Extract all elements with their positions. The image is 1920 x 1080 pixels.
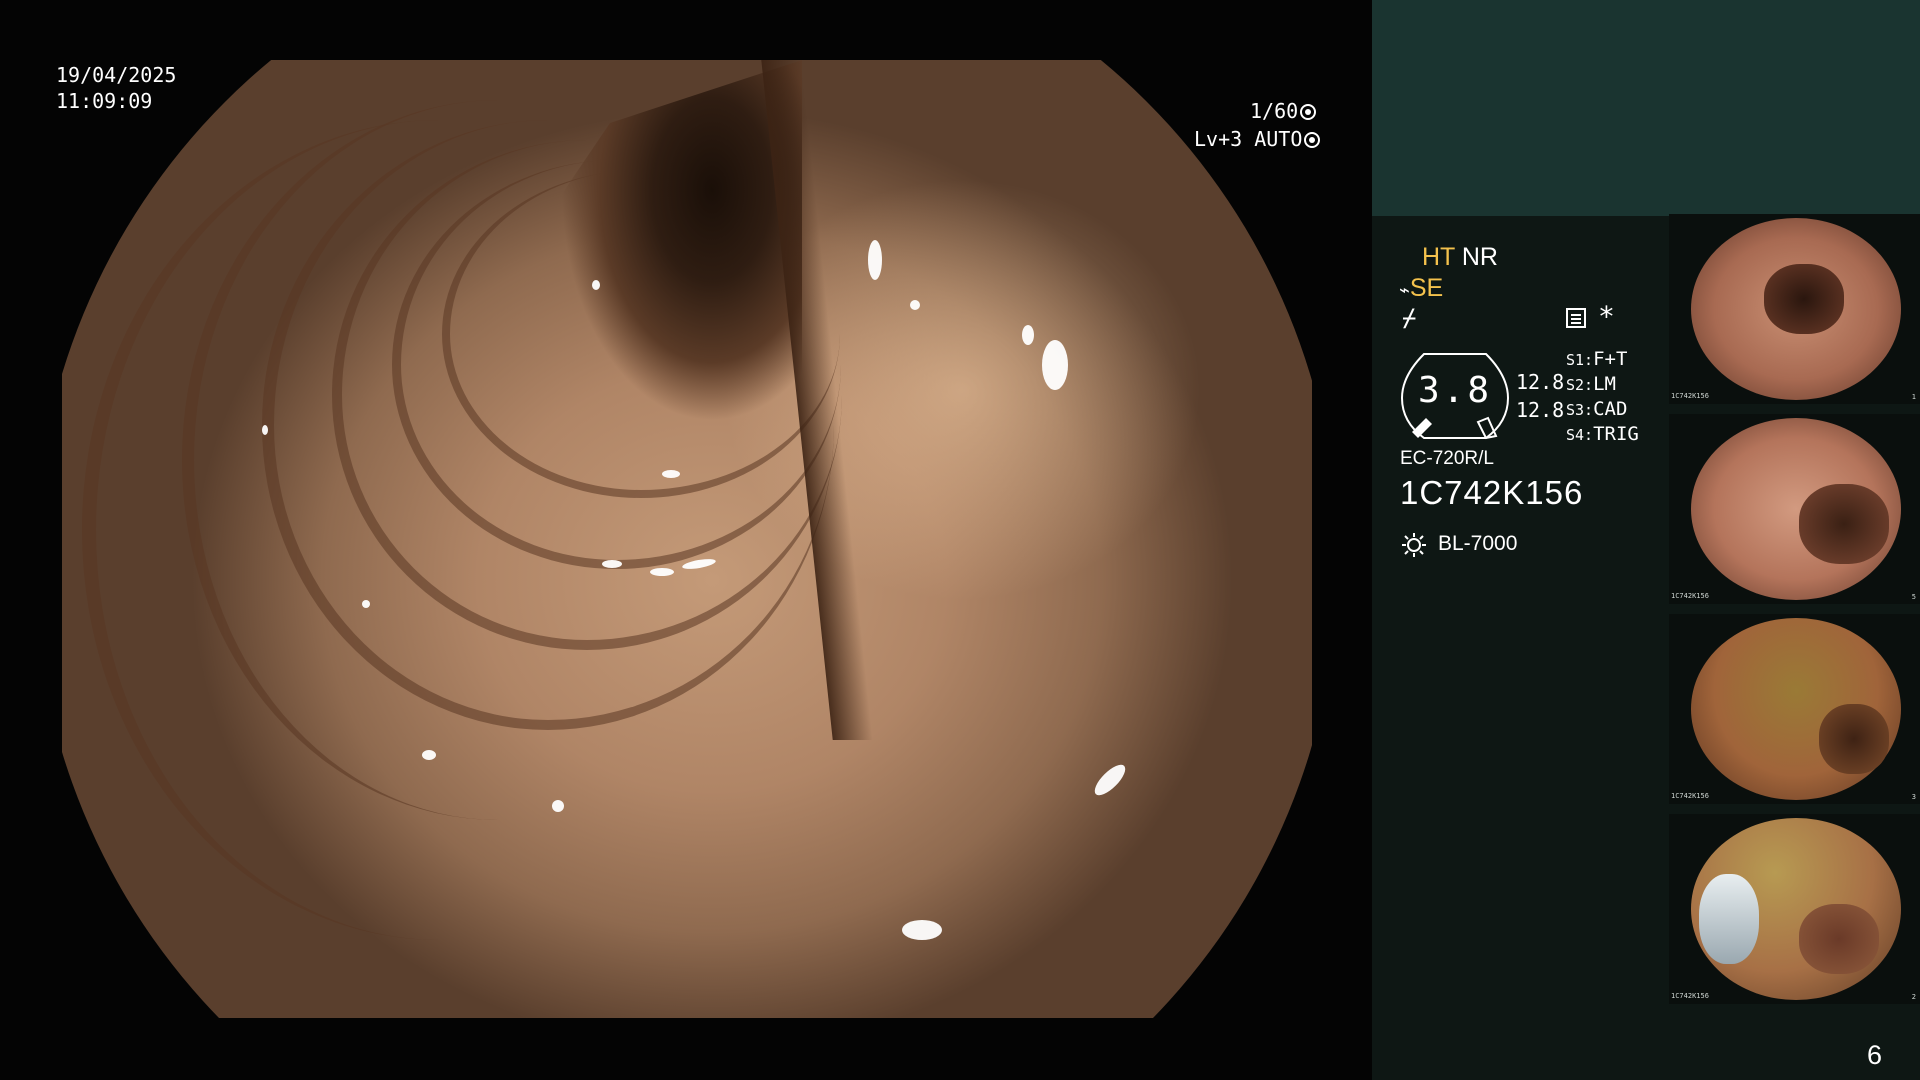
specular-reflection [422, 750, 436, 760]
light-source-icon [1402, 533, 1426, 557]
info-panel: HT NR ⌁SE ⌿ * 3.8 12.8 12.8 S1:F+T S2:LM… [1372, 0, 1920, 1080]
specular-reflection [868, 240, 882, 280]
setting-key: S2: [1566, 376, 1594, 394]
nr-mode-label: NR [1461, 243, 1498, 271]
se-mode-label: SE [1409, 274, 1444, 302]
structure-icon: ⌁ [1399, 280, 1410, 300]
thumbnail-lumen [1799, 904, 1879, 974]
shutter-display: 1/60 [1250, 98, 1317, 124]
thumbnail-index: 1 [1911, 393, 1916, 401]
capture-thumbnail-4[interactable]: 1C742K156 2 [1669, 814, 1920, 1004]
specular-reflection [1022, 325, 1034, 345]
specular-reflection [602, 560, 622, 568]
specular-reflection [362, 600, 370, 608]
menu-icon [1566, 308, 1586, 328]
specular-reflection [650, 568, 674, 576]
thumbnail-lumen [1764, 264, 1844, 334]
specular-reflection [1042, 340, 1068, 390]
ht-mode-label: HT [1422, 243, 1455, 271]
thumbnail-caption: 1C742K156 [1671, 592, 1709, 600]
thumbnail-index: 5 [1911, 593, 1916, 601]
thumbnail-caption: 1C742K156 [1671, 792, 1709, 800]
thumbnail-lumen [1819, 704, 1889, 774]
setting-label: CAD [1593, 398, 1628, 420]
scope-serial: 1C742K156 [1400, 474, 1584, 511]
setting-row-s4: S4:TRIG [1566, 423, 1639, 445]
star-indicator: * [1598, 300, 1615, 333]
zoom-gauge: 3.8 [1400, 352, 1510, 440]
setting-row-s1: S1:F+T [1566, 348, 1627, 370]
shutter-value: 1/60 [1250, 99, 1299, 123]
capture-thumbnail-3[interactable]: 1C742K156 3 [1669, 614, 1920, 804]
enhancement-mode-row: HT NR [1422, 243, 1498, 272]
date-display: 19/04/2025 [56, 63, 177, 87]
setting-row-s2: S2:LM [1566, 373, 1616, 395]
specular-reflection [902, 920, 942, 940]
thumbnail-lumen [1799, 484, 1889, 564]
setting-label: LM [1593, 373, 1616, 395]
capture-thumbnail-2[interactable]: 1C742K156 5 [1669, 414, 1920, 604]
setting-row-s3: S3:CAD [1566, 398, 1627, 420]
specular-reflection [552, 800, 564, 812]
time-display: 11:09:09 [56, 89, 153, 113]
setting-label: TRIG [1593, 423, 1639, 445]
thumbnail-caption: 1C742K156 [1671, 992, 1709, 1000]
panel-header-block [1372, 0, 1920, 216]
reading-value-2: 12.8 [1516, 398, 1565, 422]
iris-icon [1300, 104, 1317, 120]
specular-reflection [592, 280, 600, 290]
setting-key: S4: [1566, 426, 1594, 444]
gauge-value: 3.8 [1417, 370, 1493, 411]
endoscopic-image [62, 60, 1312, 1018]
thumbnail-index: 3 [1911, 793, 1916, 801]
setting-label: F+T [1593, 348, 1628, 370]
color-mode-icon: ⌿ [1402, 304, 1417, 332]
specular-reflection [662, 470, 680, 478]
specular-reflection [910, 300, 920, 310]
setting-key: S1: [1566, 351, 1594, 369]
reading-value-1: 12.8 [1516, 370, 1565, 394]
thumbnail-caption: 1C742K156 [1671, 392, 1709, 400]
brightness-level-display: Lv+3 AUTO [1194, 126, 1321, 152]
capture-thumbnail-1[interactable]: 1C742K156 1 [1669, 214, 1920, 404]
setting-key: S3: [1566, 401, 1594, 419]
auto-exposure-icon [1304, 132, 1321, 148]
thumbnail-index: 2 [1911, 993, 1916, 1001]
light-source-label: BL-7000 [1438, 532, 1518, 555]
brightness-level-value: Lv+3 AUTO [1194, 127, 1303, 151]
specular-reflection [262, 425, 268, 435]
structure-enhancement-row: ⌁SE [1399, 274, 1443, 303]
scope-model: EC-720R/L [1400, 448, 1494, 469]
page-number: 6 [1867, 1040, 1883, 1070]
thumbnail-lumen [1699, 874, 1759, 964]
endoscope-main-view: 19/04/2025 11:09:09 1/60 Lv+3 AUTO [0, 0, 1372, 1080]
